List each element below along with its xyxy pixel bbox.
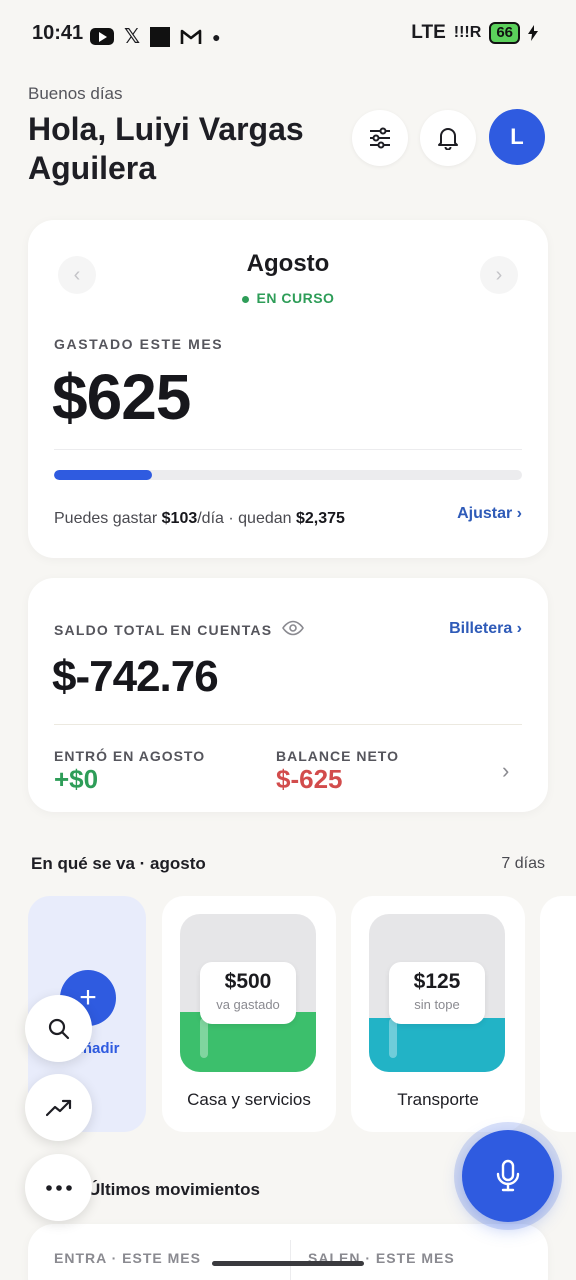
jar-tag: $500 va gastado — [200, 962, 296, 1024]
category-note: va gastado — [216, 997, 280, 1012]
net-balance-value: $-625 — [276, 764, 343, 794]
category-card[interactable]: $500 va gastado Casa y servicios — [162, 896, 336, 1132]
home-indicator[interactable] — [212, 1261, 364, 1266]
remaining-amount: $2,375 — [295, 510, 345, 527]
chevron-right-icon[interactable]: › — [502, 758, 509, 784]
greeting-subtitle: Buenos días — [28, 84, 123, 103]
category-amount: $500 — [224, 970, 272, 993]
notification-icons: 𝕏 ● — [90, 24, 221, 49]
battery-level: 66 — [489, 22, 520, 44]
movements-section-title: Últimos movimientos — [88, 1180, 260, 1199]
net-balance-label: BALANCE NETO — [276, 748, 399, 764]
search-icon — [48, 1018, 69, 1039]
per-day-amount: $103 — [161, 510, 198, 527]
status-bar: 10:41 𝕏 ● LTE !!!R 66 — [0, 0, 576, 68]
per-day-suffix: /día · quedan — [197, 510, 292, 527]
category-card[interactable]: $125 sin tope Transporte — [351, 896, 525, 1132]
trending-up-icon — [45, 1099, 71, 1116]
jar-tag: $125 sin tope — [389, 962, 485, 1024]
x-icon: 𝕏 — [124, 26, 141, 48]
jar-shine — [200, 1018, 208, 1058]
signal-icon: !!!R — [453, 24, 482, 41]
categories-section-title: En qué se va · agosto — [31, 854, 206, 873]
dot-icon: ● — [212, 28, 221, 45]
filters-button[interactable] — [352, 110, 408, 166]
gmail-icon — [180, 29, 202, 44]
search-button[interactable] — [25, 995, 92, 1062]
category-jar: $500 va gastado — [180, 914, 316, 1072]
income-label: ENTRÓ EN AGOSTO — [54, 748, 206, 764]
category-amount: $125 — [413, 970, 461, 993]
system-icons: LTE !!!R 66 — [411, 22, 538, 44]
status-time: 10:41 — [32, 22, 84, 44]
app-square-icon — [150, 26, 171, 47]
microphone-icon — [496, 1159, 520, 1192]
category-name: Casa y servicios — [187, 1090, 311, 1109]
movements-in-label: ENTRA · ESTE MES — [54, 1250, 201, 1266]
divider — [54, 449, 522, 450]
category-card-partial[interactable] — [540, 896, 576, 1132]
spend-allowance-text: Puedes gastar $103/día · quedan $2,375 — [54, 510, 345, 528]
month-status-label: EN CURSO — [256, 290, 335, 306]
spent-label: GASTADO ESTE MES — [54, 336, 224, 352]
charging-icon — [528, 25, 538, 41]
month-status-badge: EN CURSO — [28, 290, 548, 306]
status-dot-icon — [241, 295, 249, 303]
greeting-title: Hola, Luiyi Vargas Aguilera — [28, 111, 304, 186]
balance-label: SALDO TOTAL EN CUENTAS — [54, 622, 273, 638]
notifications-button[interactable] — [420, 110, 476, 166]
divider — [54, 724, 522, 725]
bell-icon — [438, 128, 458, 150]
budget-progress-bar — [54, 470, 522, 480]
category-note: sin tope — [414, 997, 460, 1012]
can-spend-prefix: Puedes gastar — [54, 510, 158, 527]
spent-amount: $625 — [52, 361, 191, 433]
balance-card: SALDO TOTAL EN CUENTAS Billetera › $-742… — [28, 578, 548, 812]
more-button[interactable] — [25, 1154, 92, 1221]
adjust-link[interactable]: Ajustar › — [457, 505, 522, 523]
jar-shine — [389, 1018, 397, 1058]
income-value: +$0 — [54, 764, 99, 794]
divider — [290, 1240, 291, 1280]
sliders-icon — [370, 127, 390, 149]
trends-button[interactable] — [25, 1074, 92, 1141]
budget-progress-fill — [54, 470, 153, 480]
eye-icon[interactable] — [282, 620, 304, 636]
more-horizontal-icon — [45, 1184, 72, 1191]
youtube-icon — [90, 28, 114, 45]
network-type: LTE — [411, 22, 446, 43]
category-jar: $125 sin tope — [369, 914, 505, 1072]
avatar[interactable]: L — [489, 109, 545, 165]
category-name: Transporte — [397, 1090, 479, 1109]
movements-card: ENTRA · ESTE MES SALEN · ESTE MES — [28, 1224, 548, 1280]
month-summary-card: ‹ › Agosto EN CURSO GASTADO ESTE MES $62… — [28, 220, 548, 558]
days-remaining: 7 días — [501, 855, 545, 872]
wallet-link[interactable]: Billetera › — [449, 620, 522, 638]
balance-total: $-742.76 — [52, 652, 219, 701]
voice-input-button[interactable] — [462, 1130, 554, 1222]
month-title: Agosto — [246, 250, 330, 277]
